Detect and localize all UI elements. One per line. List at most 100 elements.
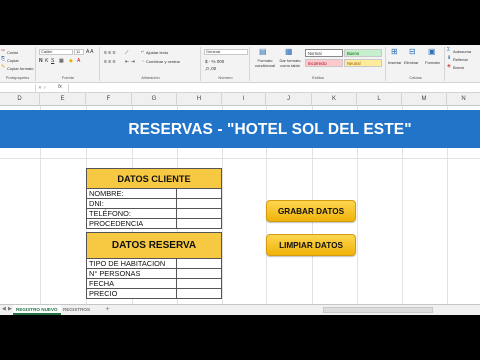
name-box[interactable] [0, 84, 36, 92]
align-left-icon[interactable]: ≡ ≡ ≡ [104, 59, 116, 65]
font-label: Fuente [61, 75, 75, 80]
alignment-group: ≡ ≡ ≡ ⟋ ↵ Ajustar texto ≡ ≡ ≡ ⇤ ⇥ ⇔ Comb… [101, 47, 201, 81]
precio-input[interactable] [176, 289, 223, 298]
style-neutral[interactable]: Neutral [344, 59, 382, 67]
align-top-icon[interactable]: ≡ ≡ ≡ [104, 50, 116, 56]
form-row-procedencia[interactable]: PROCEDENCIA [86, 219, 222, 229]
column-headers: D E F G H I J K L M N [0, 93, 480, 106]
fill-color-icon[interactable]: ◆ [69, 58, 73, 64]
formula-bar: ✕ ✓ fx [0, 83, 480, 93]
fx-icon[interactable]: fx [58, 84, 62, 90]
form-row-precio[interactable]: PRECIO [86, 289, 222, 299]
styles-group: ▤ Formato condicional ▦ Dar formato como… [251, 47, 386, 81]
add-sheet-icon[interactable]: + [103, 305, 112, 315]
dni-input[interactable] [176, 199, 223, 208]
cells-label: Celdas [409, 75, 422, 80]
sheet-next-icon[interactable]: ▶ [8, 306, 12, 312]
currency-icon[interactable]: $ - % 000 [205, 59, 224, 64]
video-letterbox-bottom [0, 315, 480, 360]
grabar-datos-button[interactable]: GRABAR DATOS [266, 200, 356, 222]
form-label: TIPO DE HABITACION [89, 259, 166, 268]
clipboard-group: ✂ Cortar ⎘ Copiar ✎ Copiar formato Porta… [0, 47, 36, 81]
formula-cancel-icon[interactable]: ✕ ✓ [38, 85, 47, 91]
style-incorrecto[interactable]: Incorrecto [305, 59, 343, 67]
form-row-nombre[interactable]: NOMBRE: [86, 189, 222, 199]
sheet-prev-icon[interactable]: ◀ [2, 306, 6, 312]
form-row-fecha[interactable]: FECHA [86, 279, 222, 289]
wrap-text-button[interactable]: Ajustar texto [146, 50, 168, 55]
orientation-icon[interactable]: ⟋ [125, 50, 129, 56]
form-label: TELÉFONO: [89, 209, 131, 218]
tab-registro-nuevo[interactable]: REGISTRO NUEVO [13, 305, 61, 315]
font-size-select[interactable]: 11 [74, 49, 84, 55]
format-cells-icon: ▣ [428, 47, 436, 56]
column-header[interactable]: E [40, 93, 86, 106]
format-cells-button[interactable]: Formato [425, 60, 440, 65]
number-format-select[interactable]: General [204, 49, 248, 55]
video-letterbox-top [0, 0, 480, 45]
fill-button[interactable]: Rellenar [453, 57, 468, 62]
datos-cliente-header: DATOS CLIENTE [86, 168, 222, 189]
column-header[interactable]: G [132, 93, 177, 106]
limpiar-datos-button[interactable]: LIMPIAR DATOS [266, 234, 356, 256]
insert-button[interactable]: Insertar [388, 60, 402, 65]
cut-button[interactable]: Cortar [7, 50, 18, 55]
ribbon: ✂ Cortar ⎘ Copiar ✎ Copiar formato Porta… [0, 45, 480, 83]
column-header[interactable]: M [402, 93, 447, 106]
tab-registros[interactable]: REGISTROS [60, 305, 93, 315]
column-header[interactable]: N [447, 93, 480, 106]
conditional-format-button[interactable]: Formato condicional [253, 58, 277, 68]
column-header[interactable]: L [357, 93, 402, 106]
style-normal[interactable]: Normal [305, 49, 343, 57]
editing-group: Σ Autosuma ⬇ Rellenar ◈ Borrar [446, 47, 480, 81]
column-header[interactable]: I [222, 93, 266, 106]
personas-input[interactable] [176, 269, 223, 278]
telefono-input[interactable] [176, 209, 223, 218]
column-header[interactable]: H [177, 93, 222, 106]
decimals-icon[interactable]: ,0 ,00 [205, 66, 216, 71]
copy-button[interactable]: Copiar [7, 58, 19, 63]
clipboard-label: Portapapeles [5, 75, 30, 80]
border-icon[interactable]: ▦ [59, 58, 64, 64]
italic-icon[interactable]: K [45, 58, 48, 64]
horizontal-scrollbar[interactable] [323, 307, 433, 313]
column-header[interactable]: J [266, 93, 312, 106]
format-painter-button[interactable]: Copiar formato [7, 66, 33, 71]
font-name-select[interactable]: Calibri [39, 49, 73, 55]
fecha-input[interactable] [176, 279, 223, 288]
delete-icon: ⊟ [409, 47, 416, 56]
font-color-icon[interactable]: A [77, 58, 80, 64]
worksheet-grid[interactable]: RESERVAS - "HOTEL SOL DEL ESTE" DATOS CL… [0, 106, 480, 304]
column-header[interactable]: D [0, 93, 40, 106]
title-banner: RESERVAS - "HOTEL SOL DEL ESTE" [0, 110, 480, 148]
indent-icon[interactable]: ⇤ ⇥ [125, 59, 135, 65]
brush-icon: ✎ [1, 64, 6, 70]
formula-divider [68, 84, 69, 92]
nombre-input[interactable] [176, 189, 223, 198]
autosum-button[interactable]: Autosuma [453, 49, 471, 54]
delete-button[interactable]: Eliminar [404, 60, 418, 65]
copy-icon: ⎘ [1, 56, 6, 62]
format-as-table-button[interactable]: Dar formato como tabla [277, 58, 303, 68]
sigma-icon: Σ [447, 47, 451, 53]
column-header[interactable]: K [312, 93, 357, 106]
datos-reserva-header: DATOS RESERVA [86, 232, 222, 259]
form-row-telefono[interactable]: TELÉFONO: [86, 209, 222, 219]
form-label: PRECIO [89, 289, 118, 298]
form-row-dni[interactable]: DNI: [86, 199, 222, 209]
procedencia-input[interactable] [176, 219, 223, 228]
number-group: General $ - % 000 ,0 ,00 Número [202, 47, 250, 81]
scissors-icon: ✂ [1, 48, 6, 54]
form-row-personas[interactable]: N° PERSONAS [86, 269, 222, 279]
form-row-tipo-habitacion[interactable]: TIPO DE HABITACION [86, 259, 222, 269]
fill-down-icon: ⬇ [447, 55, 452, 61]
tipo-habitacion-input[interactable] [176, 259, 223, 268]
cells-group: ⊞ Insertar ⊟ Eliminar ▣ Formato Celdas [387, 47, 445, 81]
clear-button[interactable]: Borrar [453, 65, 464, 70]
column-header[interactable]: F [86, 93, 132, 106]
style-bueno[interactable]: Bueno [344, 49, 382, 57]
grow-font-icon[interactable]: A A [86, 49, 94, 55]
underline-icon[interactable]: S [51, 58, 54, 64]
merge-center-button[interactable]: Combinar y centrar [146, 59, 180, 64]
bold-icon[interactable]: N [39, 58, 43, 64]
